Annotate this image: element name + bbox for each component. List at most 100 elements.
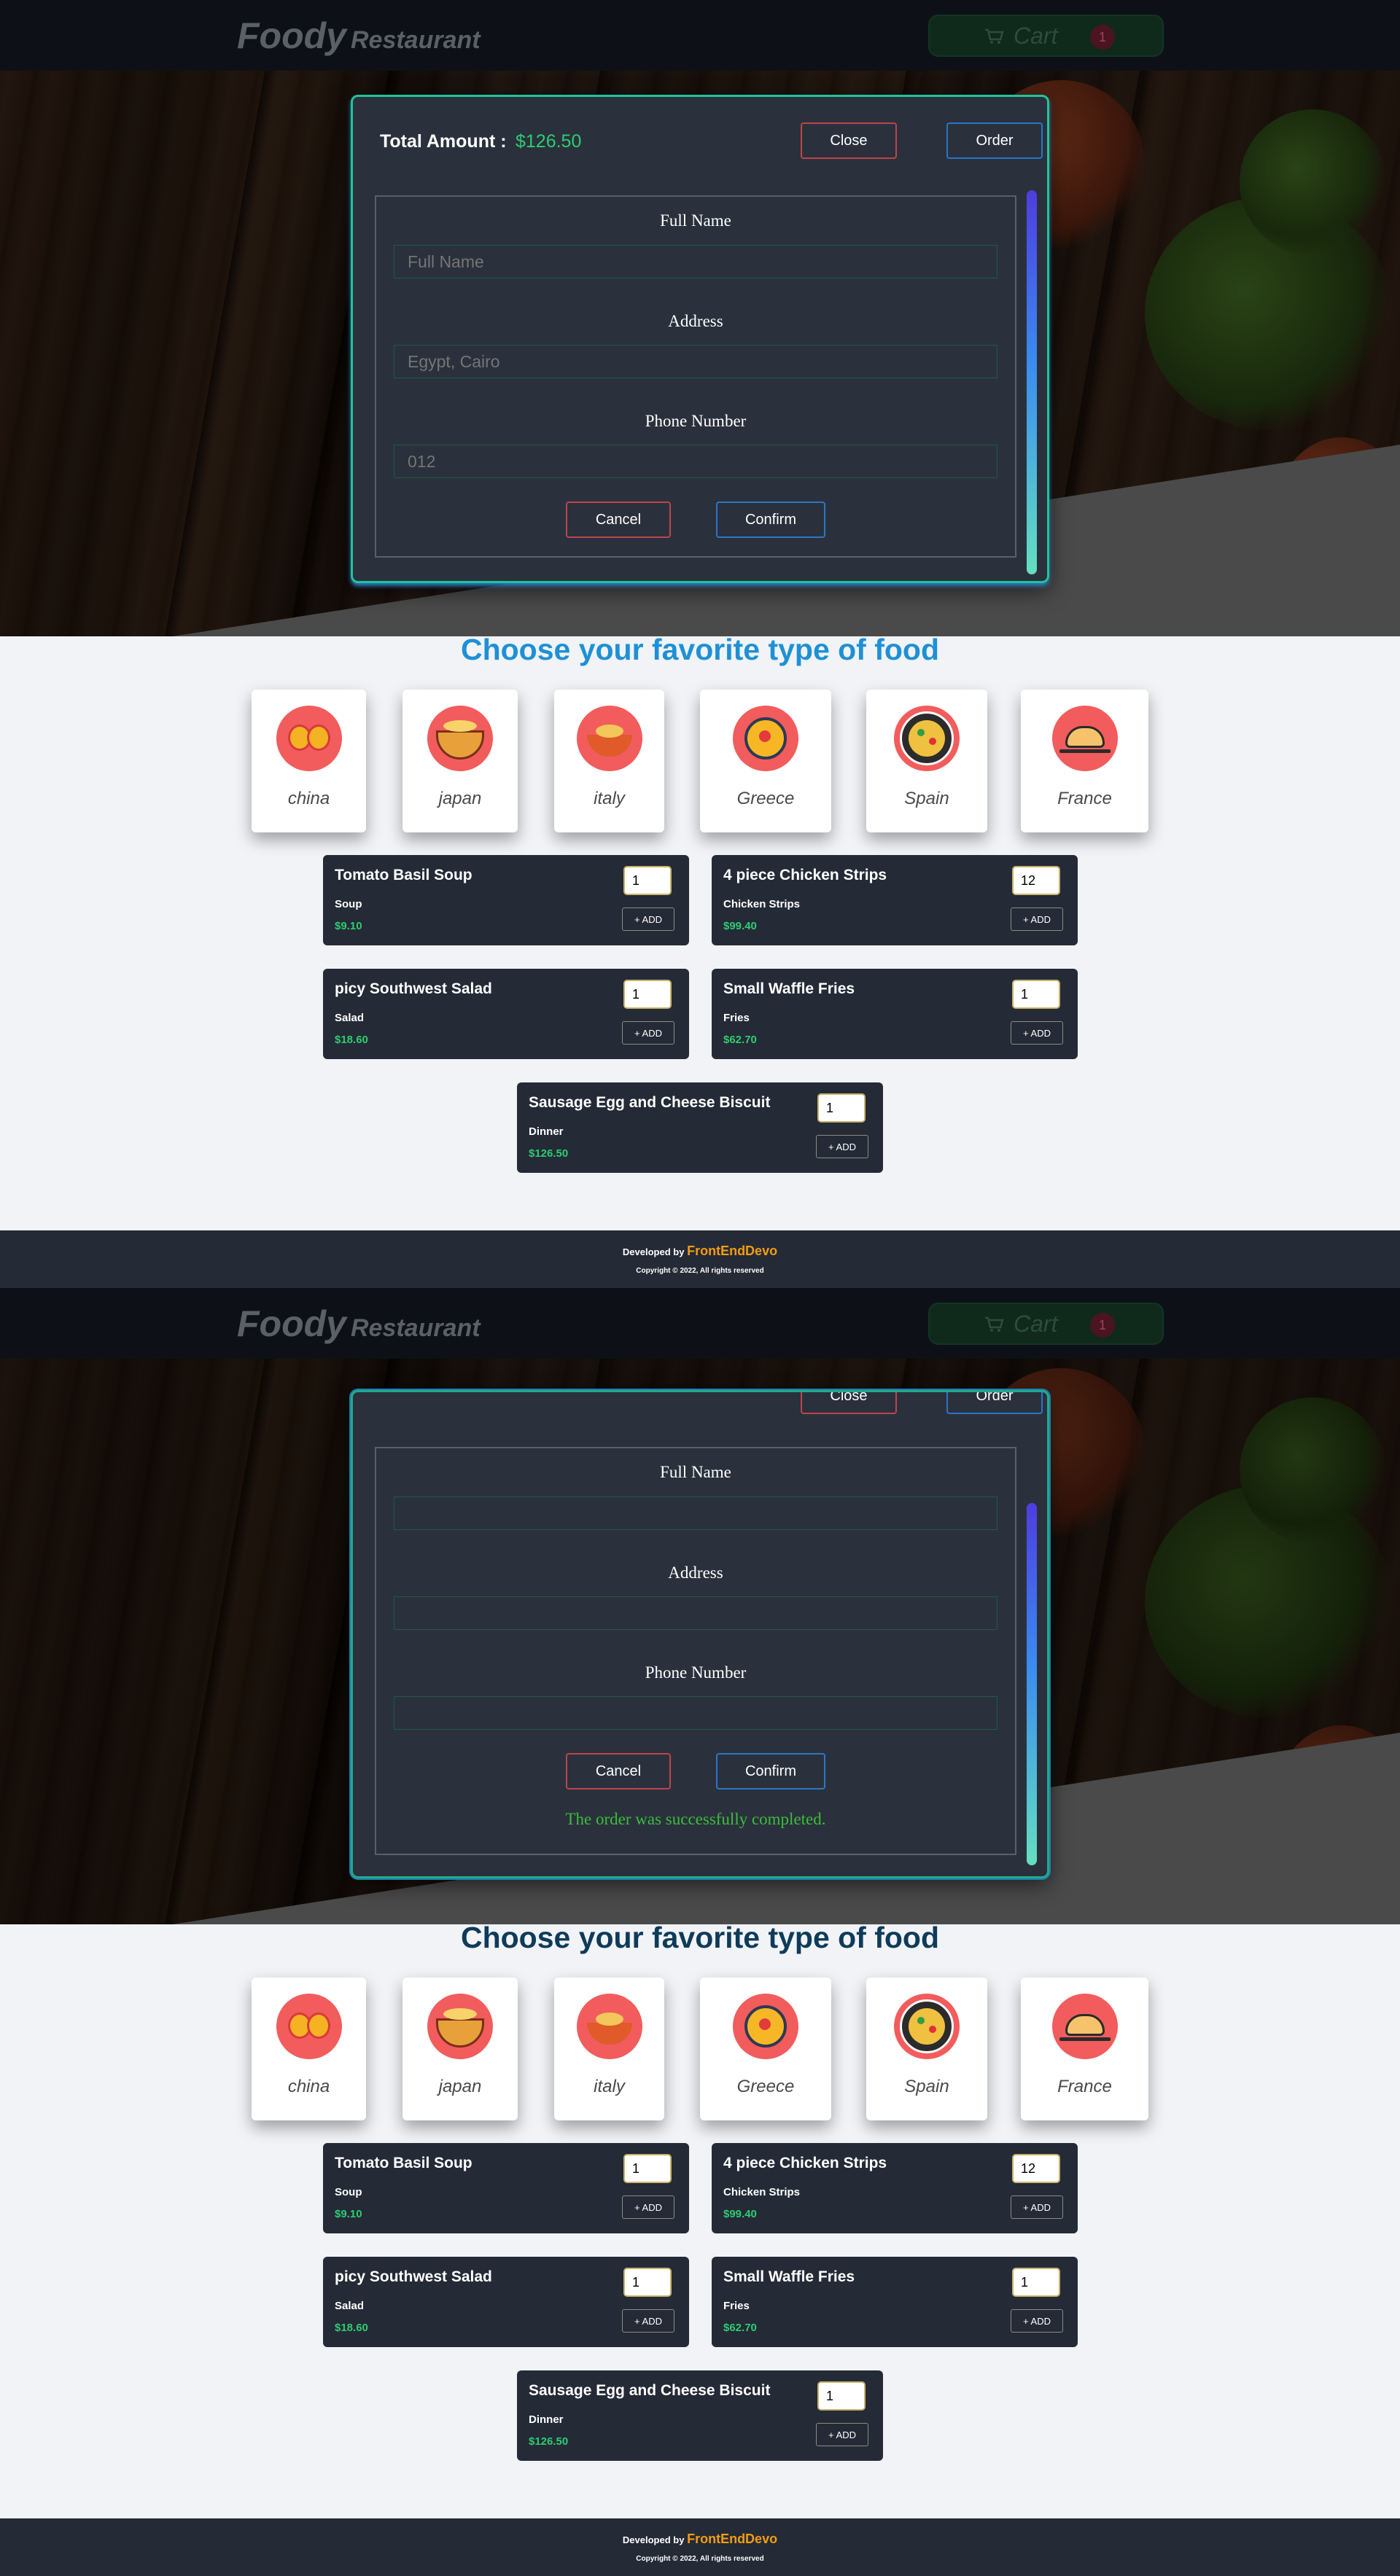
modal-header: Total Amount : $126.50 Close Order bbox=[380, 122, 1043, 159]
meal-type: Salad bbox=[335, 2300, 365, 2312]
quantity-input[interactable] bbox=[817, 1093, 866, 1123]
quantity-input[interactable] bbox=[1012, 2154, 1060, 2183]
full-name-label: Full Name bbox=[660, 211, 731, 230]
quantity-input[interactable] bbox=[623, 866, 672, 895]
category-card-spain[interactable]: Spain bbox=[866, 690, 987, 832]
category-card-italy[interactable]: italy bbox=[554, 1978, 664, 2120]
close-button[interactable]: Close bbox=[801, 122, 897, 159]
category-card-greece[interactable]: Greece bbox=[700, 690, 831, 832]
cart-label: Cart bbox=[1014, 22, 1058, 49]
category-name: France bbox=[1057, 789, 1112, 808]
cart-button[interactable]: Cart 1 bbox=[928, 1303, 1164, 1345]
add-to-cart-button[interactable]: + ADD bbox=[622, 1021, 674, 1045]
category-card-france[interactable]: France bbox=[1021, 690, 1148, 832]
meal-name: 4 piece Chicken Strips bbox=[723, 2155, 887, 2171]
navbar: Foody Restaurant Cart 1 bbox=[0, 1288, 1400, 1359]
total-amount-value: $126.50 bbox=[516, 131, 582, 152]
quantity-input[interactable] bbox=[623, 2154, 672, 2183]
meal-price: $62.70 bbox=[723, 1034, 757, 1046]
cart-count-badge: 1 bbox=[1090, 25, 1115, 50]
meal-name: picy Southwest Salad bbox=[335, 2268, 492, 2285]
quantity-input[interactable] bbox=[1012, 2268, 1060, 2297]
brand-logo[interactable]: Foody Restaurant bbox=[237, 1303, 481, 1345]
quantity-input[interactable] bbox=[1012, 866, 1060, 895]
add-to-cart-button[interactable]: + ADD bbox=[816, 1135, 868, 1158]
paella-icon bbox=[894, 1994, 960, 2059]
add-to-cart-button[interactable]: + ADD bbox=[1011, 2309, 1063, 2333]
brand-subtitle: Restaurant bbox=[350, 1314, 481, 1342]
meal-name: Small Waffle Fries bbox=[723, 2268, 855, 2285]
phone-number-label: Phone Number bbox=[645, 1663, 747, 1682]
confirm-button[interactable]: Confirm bbox=[716, 1753, 825, 1789]
order-modal: Total Amount : $126.50 Close Order Full … bbox=[351, 95, 1049, 583]
meal-type: Chicken Strips bbox=[723, 2186, 801, 2198]
cart-icon bbox=[985, 28, 1004, 44]
confirm-button[interactable]: Confirm bbox=[716, 501, 825, 538]
category-card-greece[interactable]: Greece bbox=[700, 1978, 831, 2120]
phone-number-input[interactable] bbox=[394, 1696, 998, 1730]
footer: Developed by FrontEndDevo Copyright © 20… bbox=[0, 1230, 1400, 1288]
brand-logo[interactable]: Foody Restaurant bbox=[237, 15, 481, 57]
order-button[interactable]: Order bbox=[946, 1392, 1043, 1414]
category-card-spain[interactable]: Spain bbox=[866, 1978, 987, 2120]
address-input[interactable] bbox=[394, 345, 998, 378]
navbar: Foody Restaurant Cart 1 bbox=[0, 0, 1400, 71]
modal-scrollbar[interactable] bbox=[1027, 1503, 1037, 1865]
meal-card: picy Southwest Salad Salad $18.60 + ADD bbox=[323, 969, 689, 1059]
developer-link[interactable]: FrontEndDevo bbox=[687, 1244, 777, 1258]
meal-card: Small Waffle Fries Fries $62.70 + ADD bbox=[712, 969, 1078, 1059]
paella-icon bbox=[894, 706, 960, 771]
meal-type: Dinner bbox=[529, 2413, 564, 2426]
quantity-input[interactable] bbox=[623, 2268, 672, 2297]
address-label: Address bbox=[668, 312, 723, 330]
category-name: Greece bbox=[736, 789, 795, 808]
full-name-input[interactable] bbox=[394, 245, 998, 278]
category-card-china[interactable]: china bbox=[252, 690, 366, 832]
order-button[interactable]: Order bbox=[946, 122, 1043, 159]
phone-number-input[interactable] bbox=[394, 445, 998, 478]
address-input[interactable] bbox=[394, 1596, 998, 1630]
category-name: Spain bbox=[904, 789, 949, 808]
cancel-button[interactable]: Cancel bbox=[566, 501, 671, 538]
add-to-cart-button[interactable]: + ADD bbox=[622, 2196, 674, 2219]
meal-price: $18.60 bbox=[335, 2322, 368, 2334]
full-name-input[interactable] bbox=[394, 1496, 998, 1530]
quantity-input[interactable] bbox=[1012, 980, 1060, 1009]
quantity-input[interactable] bbox=[623, 980, 672, 1009]
add-to-cart-button[interactable]: + ADD bbox=[816, 2423, 868, 2446]
category-card-japan[interactable]: japan bbox=[402, 1978, 518, 2120]
category-name: France bbox=[1057, 2077, 1112, 2096]
cart-button[interactable]: Cart 1 bbox=[928, 15, 1164, 57]
address-label: Address bbox=[668, 1564, 723, 1582]
category-card-japan[interactable]: japan bbox=[402, 690, 518, 832]
meal-type: Fries bbox=[723, 1012, 750, 1024]
close-button[interactable]: Close bbox=[801, 1392, 897, 1414]
meal-price: $99.40 bbox=[723, 920, 757, 932]
screenshot-state-order-completed: Foody Restaurant Cart 1 Close Order Full … bbox=[0, 1288, 1400, 2576]
meal-card: 4 piece Chicken Strips Chicken Strips $9… bbox=[712, 855, 1078, 945]
order-form: Full Name Address Phone Number Cancel Co… bbox=[375, 1447, 1016, 1855]
meal-type: Salad bbox=[335, 1012, 365, 1024]
brand-name: Foody bbox=[237, 15, 346, 56]
developer-link[interactable]: FrontEndDevo bbox=[687, 2532, 777, 2546]
meal-type: Soup bbox=[335, 2186, 362, 2198]
add-to-cart-button[interactable]: + ADD bbox=[1011, 2196, 1063, 2219]
meal-price: $18.60 bbox=[335, 1034, 368, 1046]
quantity-input[interactable] bbox=[817, 2381, 866, 2411]
meal-type: Fries bbox=[723, 2300, 750, 2312]
screenshot-state-form-filled: Foody Restaurant Cart 1 Total Amount : $1… bbox=[0, 0, 1400, 1288]
add-to-cart-button[interactable]: + ADD bbox=[622, 908, 674, 931]
cart-count-badge: 1 bbox=[1090, 1313, 1115, 1338]
modal-scrollbar[interactable] bbox=[1027, 190, 1037, 574]
meal-type: Dinner bbox=[529, 1125, 564, 1138]
category-card-china[interactable]: china bbox=[252, 1978, 366, 2120]
add-to-cart-button[interactable]: + ADD bbox=[1011, 1021, 1063, 1045]
add-to-cart-button[interactable]: + ADD bbox=[622, 2309, 674, 2333]
ramen-bowl-icon bbox=[427, 706, 493, 771]
meal-name: Sausage Egg and Cheese Biscuit bbox=[529, 1094, 771, 1111]
cancel-button[interactable]: Cancel bbox=[566, 1753, 671, 1789]
category-card-france[interactable]: France bbox=[1021, 1978, 1148, 2120]
category-card-italy[interactable]: italy bbox=[554, 690, 664, 832]
footer-credit: Developed by FrontEndDevo bbox=[0, 1244, 1400, 1259]
add-to-cart-button[interactable]: + ADD bbox=[1011, 908, 1063, 931]
